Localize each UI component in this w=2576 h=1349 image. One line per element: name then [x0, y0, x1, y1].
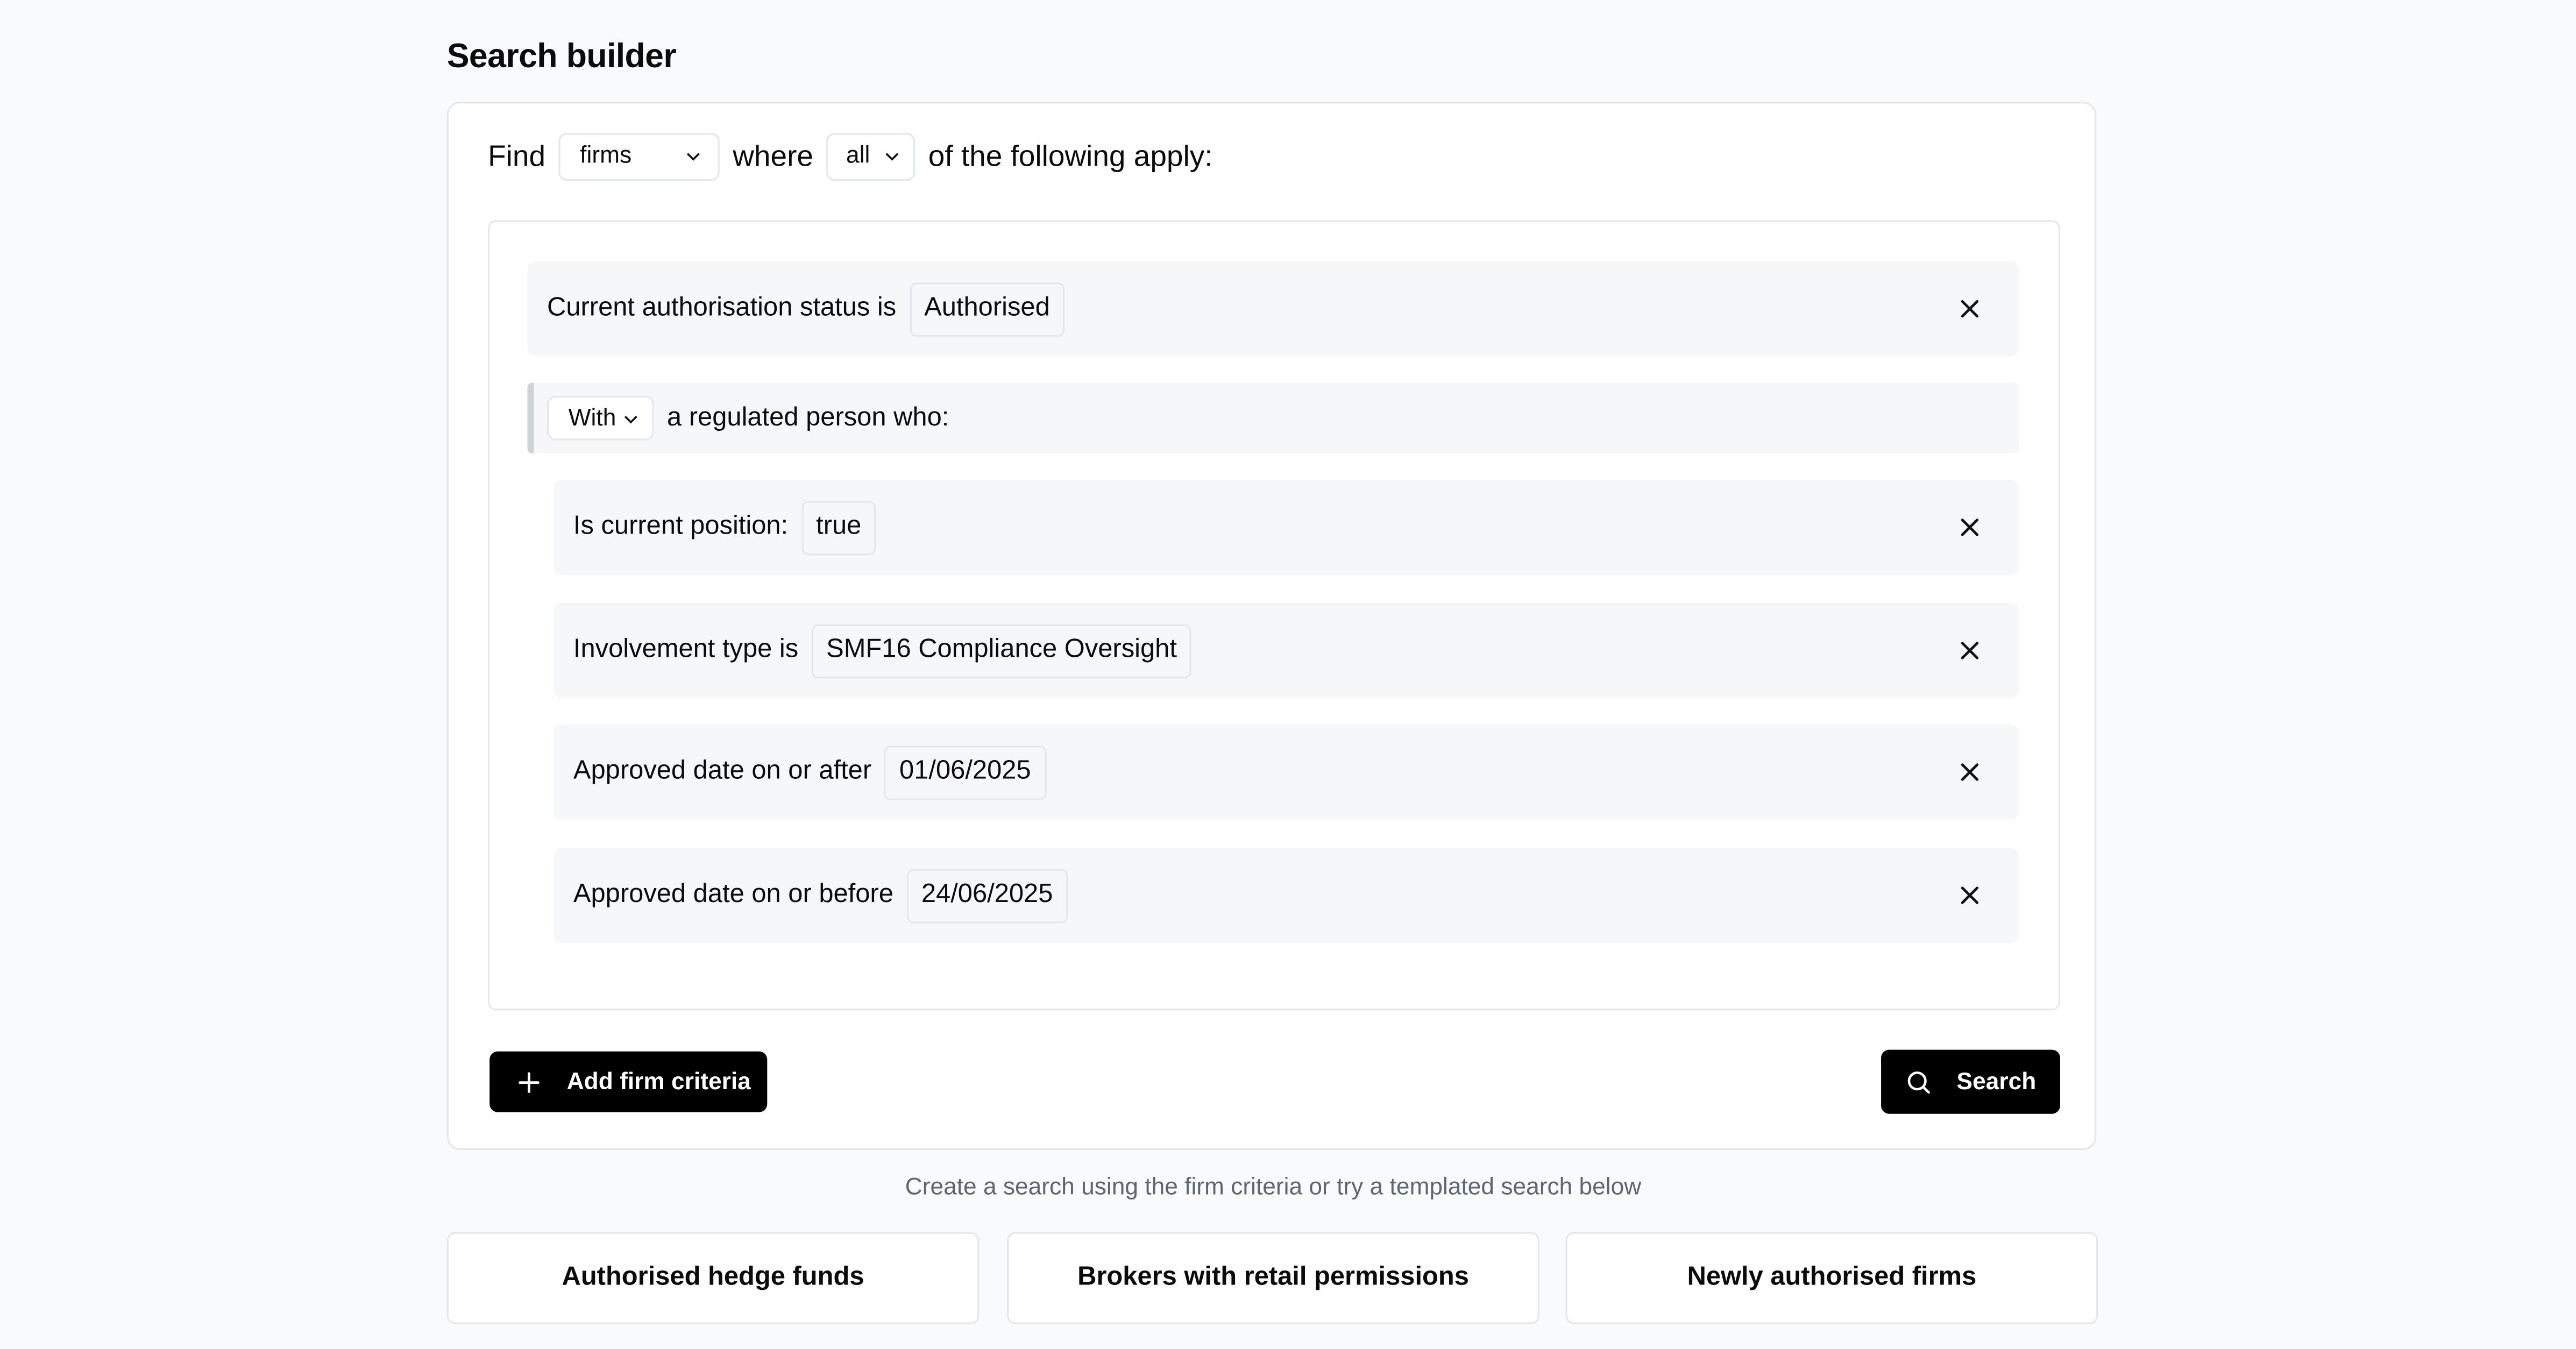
criterion-label: Approved date on or after: [573, 757, 872, 785]
template-newly-authorised[interactable]: Newly authorised firms: [1565, 1232, 2098, 1324]
following-apply-label: of the following apply:: [928, 139, 1213, 172]
chevron-down-icon: [686, 153, 700, 161]
close-icon[interactable]: [1960, 885, 1980, 905]
template-authorised-hedge-funds[interactable]: Authorised hedge funds: [446, 1232, 980, 1324]
search-builder-page: Search builder Find firms where all of t…: [0, 0, 2576, 1348]
criterion-label: Current authorisation status is: [547, 294, 897, 322]
find-label: Find: [488, 139, 546, 172]
close-icon[interactable]: [1960, 762, 1980, 782]
group-label: a regulated person who:: [667, 403, 949, 431]
page-title: Search builder: [446, 38, 677, 76]
search-label: Search: [1956, 1068, 2036, 1095]
chevron-down-icon: [885, 153, 899, 161]
criterion-value-chip[interactable]: SMF16 Compliance Oversight: [811, 623, 1192, 678]
criterion-label: Approved date on or before: [573, 881, 893, 908]
chevron-down-icon: [624, 415, 637, 423]
search-icon: [1907, 1070, 1930, 1093]
entity-select[interactable]: firms: [558, 132, 720, 180]
criterion-involvement-type: Involvement type is SMF16 Compliance Ove…: [553, 602, 2019, 699]
find-row: Find firms where all of the following ap…: [488, 130, 1212, 182]
close-icon[interactable]: [1960, 517, 1980, 537]
plus-icon: [519, 1071, 540, 1092]
template-brokers-retail[interactable]: Brokers with retail permissions: [1007, 1232, 1539, 1324]
entity-select-value: firms: [580, 143, 632, 169]
match-select-value: all: [846, 143, 870, 169]
criterion-current-position: Is current position: true: [553, 479, 2019, 575]
builder-card: Find firms where all of the following ap…: [446, 102, 2097, 1150]
criteria-container: Current authorisation status is Authoris…: [488, 220, 2060, 1011]
add-firm-criteria-label: Add firm criteria: [566, 1068, 751, 1095]
match-select[interactable]: all: [826, 132, 916, 180]
add-firm-criteria-button[interactable]: Add firm criteria: [489, 1051, 768, 1112]
where-label: where: [733, 139, 813, 172]
criterion-value-chip[interactable]: 24/06/2025: [906, 868, 1068, 922]
qualifier-select[interactable]: With: [547, 396, 654, 441]
criterion-value-chip[interactable]: true: [801, 500, 876, 555]
criterion-value-chip[interactable]: Authorised: [909, 281, 1065, 336]
criterion-approved-after: Approved date on or after 01/06/2025: [553, 724, 2019, 820]
criterion-label: Is current position:: [573, 512, 789, 541]
criterion-label: Involvement type is: [573, 635, 799, 664]
search-button[interactable]: Search: [1881, 1049, 2060, 1114]
criterion-authorisation-status: Current authorisation status is Authoris…: [527, 261, 2019, 357]
qualifier-select-value: With: [568, 404, 616, 431]
criterion-value-chip[interactable]: 01/06/2025: [884, 745, 1046, 799]
regulated-person-group-header: With a regulated person who:: [527, 382, 2019, 453]
close-icon[interactable]: [1960, 299, 1980, 319]
close-icon[interactable]: [1960, 641, 1980, 661]
templated-search-hint: Create a search using the firm criteria …: [905, 1174, 1642, 1201]
criterion-approved-before: Approved date on or before 24/06/2025: [553, 847, 2019, 943]
